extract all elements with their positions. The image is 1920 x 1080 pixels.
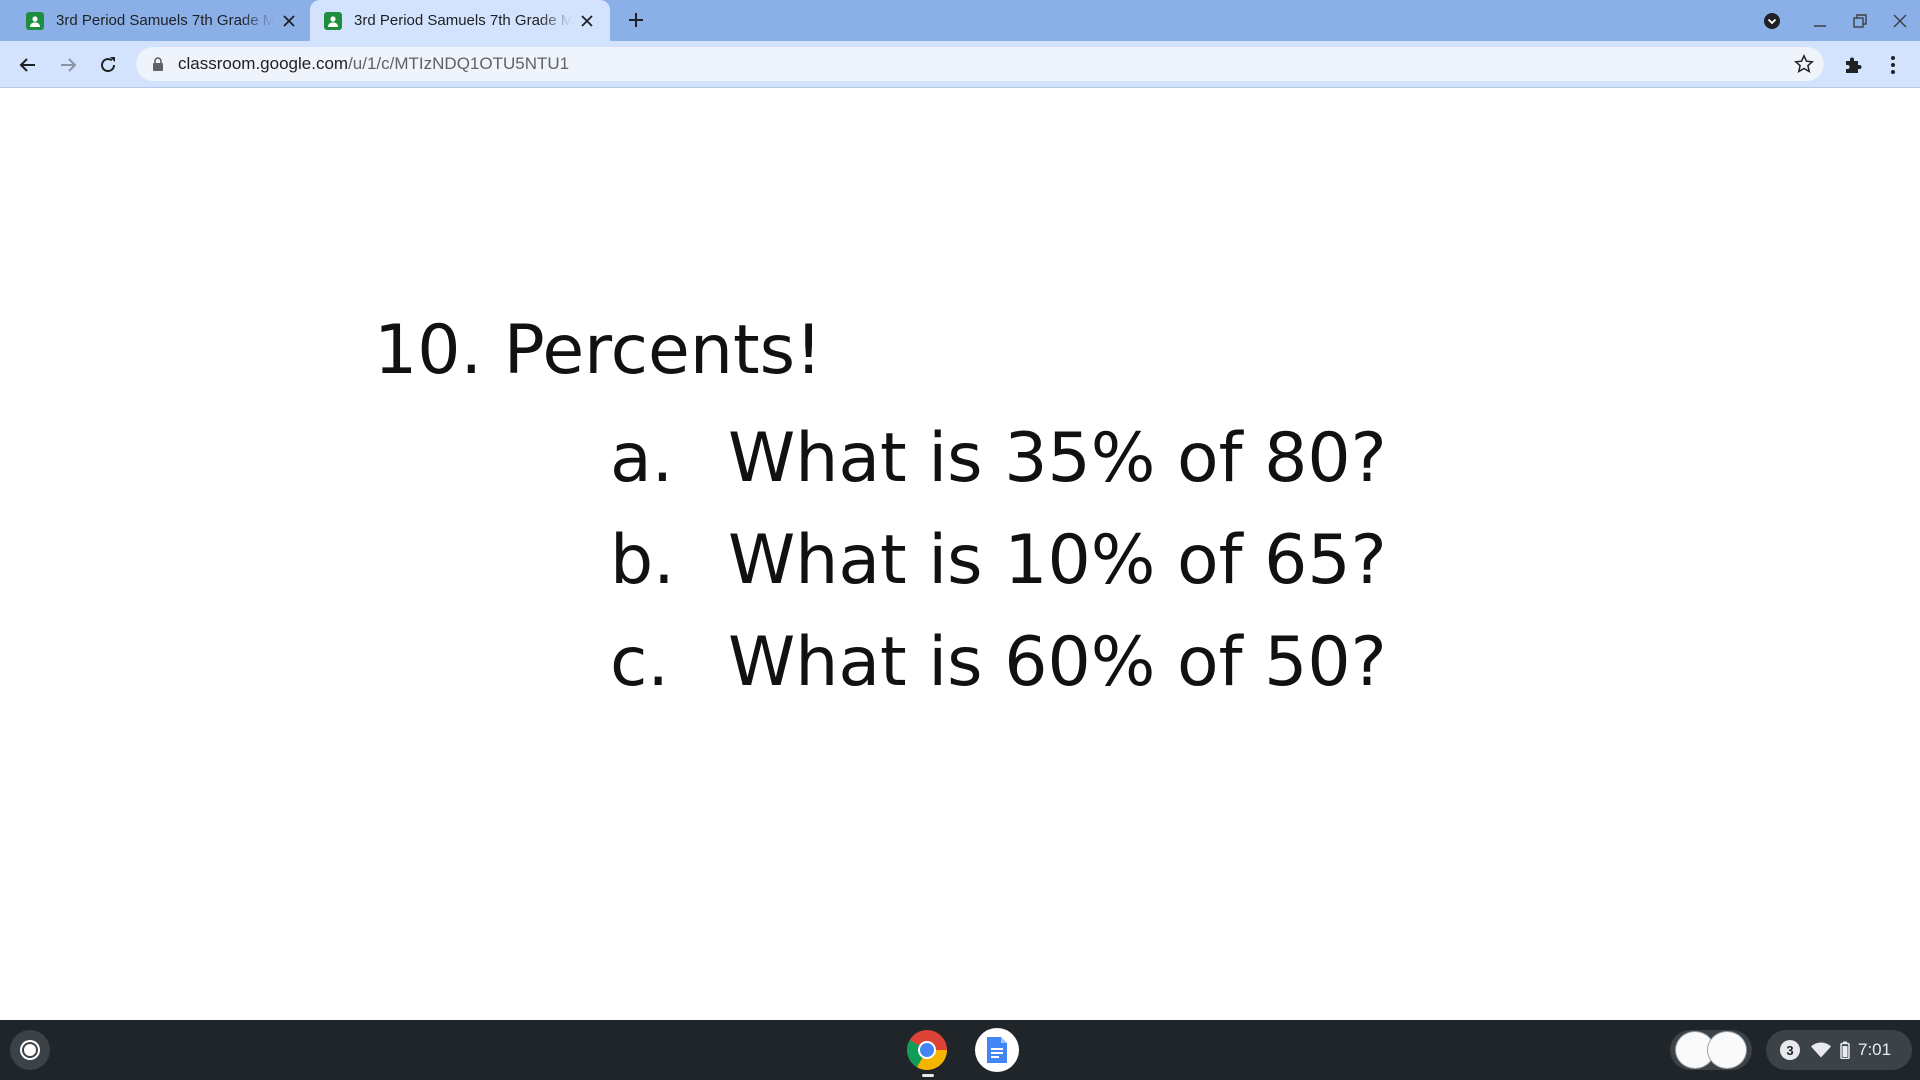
question-text: What is 10% of 65? bbox=[728, 521, 1387, 600]
browser-menu-button[interactable] bbox=[1879, 51, 1907, 79]
chrome-icon bbox=[907, 1030, 947, 1070]
wifi-icon bbox=[1810, 1042, 1832, 1058]
question-letter: b. bbox=[610, 521, 675, 600]
arrow-right-icon bbox=[61, 58, 77, 72]
arrow-left-icon bbox=[19, 58, 35, 72]
minimize-icon bbox=[1814, 25, 1826, 27]
tab-title: 3rd Period Samuels 7th Grade Math bbox=[56, 12, 274, 29]
puzzle-icon bbox=[1846, 57, 1862, 73]
tab-search-button[interactable] bbox=[1760, 9, 1784, 33]
question-letter: c. bbox=[610, 623, 670, 702]
url-path: /u/1/c/MTIzNDQ1OTU5NTU1 bbox=[348, 54, 570, 73]
google-classroom-icon bbox=[324, 11, 342, 30]
reload-icon bbox=[101, 57, 116, 73]
screenshot-thumbnail[interactable] bbox=[1707, 1031, 1747, 1069]
restore-icon bbox=[1853, 14, 1867, 28]
notification-count-badge: 3 bbox=[1780, 1040, 1800, 1060]
close-window-button[interactable] bbox=[1888, 9, 1912, 33]
question-b: b. What is 10% of 65? bbox=[610, 521, 1387, 600]
launcher-icon bbox=[22, 1042, 38, 1058]
close-icon bbox=[1893, 14, 1907, 28]
status-tray[interactable]: 3 7:01 bbox=[1766, 1030, 1912, 1070]
reload-button[interactable] bbox=[94, 51, 122, 79]
question-a: a. What is 35% of 80? bbox=[610, 419, 1387, 498]
extensions-button[interactable] bbox=[1839, 51, 1867, 79]
question-letter: a. bbox=[610, 419, 674, 498]
new-tab-button[interactable] bbox=[624, 8, 648, 32]
chevron-down-circle-icon bbox=[1764, 13, 1780, 29]
chrome-app[interactable] bbox=[905, 1028, 949, 1072]
question-c: c. What is 60% of 50? bbox=[610, 623, 1387, 702]
question-text: What is 60% of 50? bbox=[728, 623, 1387, 702]
address-bar[interactable]: classroom.google.com/u/1/c/MTIzNDQ1OTU5N… bbox=[136, 47, 1824, 81]
lock-icon[interactable] bbox=[150, 56, 166, 72]
battery-icon bbox=[1840, 1041, 1850, 1059]
holding-space-tray[interactable] bbox=[1670, 1030, 1752, 1070]
minimize-button[interactable] bbox=[1808, 9, 1832, 33]
launcher-button[interactable] bbox=[10, 1030, 50, 1070]
browser-tab-2[interactable]: 3rd Period Samuels 7th Grade Math bbox=[310, 0, 610, 41]
tab-strip: 3rd Period Samuels 7th Grade Math 3rd Pe… bbox=[0, 0, 1920, 41]
close-tab-icon[interactable] bbox=[578, 12, 596, 30]
plus-icon bbox=[629, 13, 643, 27]
more-vertical-icon bbox=[1891, 56, 1895, 74]
clock-time: 7:01 bbox=[1858, 1040, 1892, 1059]
browser-toolbar: classroom.google.com/u/1/c/MTIzNDQ1OTU5N… bbox=[0, 41, 1920, 88]
docs-icon bbox=[987, 1037, 1007, 1063]
page-content: 10. Percents! a. What is 35% of 80? b. W… bbox=[0, 89, 1920, 1020]
docs-app[interactable] bbox=[975, 1028, 1019, 1072]
os-shelf: 3 7:01 bbox=[0, 1020, 1920, 1080]
google-classroom-icon bbox=[26, 11, 44, 30]
app-running-indicator bbox=[922, 1074, 934, 1077]
tab-title: 3rd Period Samuels 7th Grade Math bbox=[354, 12, 572, 29]
question-text: What is 35% of 80? bbox=[728, 419, 1387, 498]
url-host: classroom.google.com bbox=[178, 54, 349, 73]
close-tab-icon[interactable] bbox=[280, 12, 298, 30]
url-text: classroom.google.com/u/1/c/MTIzNDQ1OTU5N… bbox=[178, 54, 569, 74]
forward-button[interactable] bbox=[54, 51, 82, 79]
back-button[interactable] bbox=[14, 51, 42, 79]
bookmark-star-icon[interactable] bbox=[1794, 54, 1814, 74]
restore-button[interactable] bbox=[1848, 9, 1872, 33]
slide-heading: 10. Percents! bbox=[374, 311, 823, 390]
browser-tab-1[interactable]: 3rd Period Samuels 7th Grade Math bbox=[0, 0, 305, 41]
